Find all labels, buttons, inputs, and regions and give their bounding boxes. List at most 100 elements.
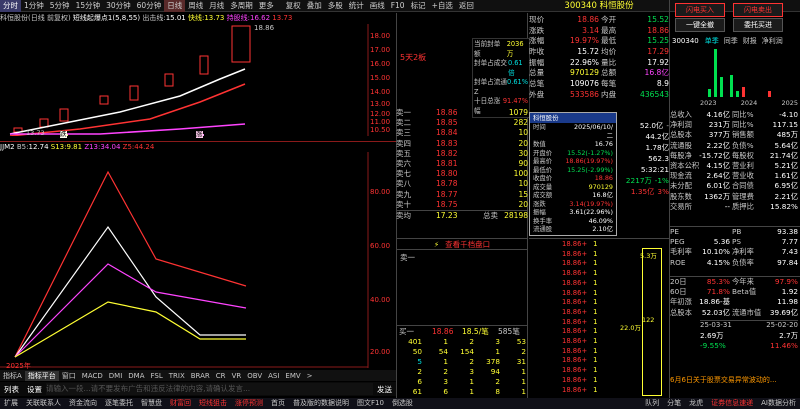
tool-restore[interactable]: 复权 [283, 0, 304, 12]
ask-row: 卖四 18.83 20 [396, 139, 528, 149]
tool-draw[interactable]: 画线 [367, 0, 388, 12]
val-label: 毛利率 [670, 247, 692, 257]
price-tick: 15.00 [370, 74, 391, 82]
status-expand[interactable]: 扩展 [0, 398, 22, 409]
tick-price: 18.86+ [562, 375, 588, 384]
tab-quarterly[interactable]: 单季 [699, 36, 719, 46]
tick-volume: 1 [593, 356, 598, 365]
status-tick-entrust[interactable]: 逐笔委托 [101, 398, 137, 409]
tooltip-value: 970129 [588, 182, 613, 191]
tooltip-value: 2025/06/10/二 [574, 123, 613, 140]
flash-sell-button[interactable]: 闪电卖出 [733, 3, 783, 17]
depth-link[interactable]: ⚡ 查看千档盘口 [396, 238, 528, 250]
fin-bar-chart [708, 49, 771, 97]
settings-button[interactable]: 设置 [23, 384, 46, 395]
tab-fenshi[interactable]: 分时 [0, 0, 21, 12]
tab-trix[interactable]: TRIX [166, 372, 188, 380]
cancel-all-button[interactable]: 一键全撤 [675, 18, 725, 32]
tab-daily[interactable]: 日线 [164, 0, 186, 12]
ask-price: 18.81 [436, 158, 458, 168]
tab-netprofit[interactable]: 净利润 [757, 36, 783, 46]
tab-60min[interactable]: 60分钟 [134, 0, 165, 12]
status-news-express[interactable]: 证券信息速递 [707, 398, 757, 409]
fin-label: 销售额 [732, 130, 754, 140]
val-row: PEG 5.36 PS 7.77 [670, 237, 800, 247]
status-queue[interactable]: 队列 [641, 398, 663, 409]
tab-report[interactable]: 财报 [738, 36, 757, 46]
status-picker[interactable]: 倒选股 [388, 398, 417, 409]
queue-cell: 2 [417, 367, 422, 376]
fin-years: 2023 2024 2025 [700, 99, 798, 107]
quote-value: 22.96% [570, 57, 599, 67]
tick-volume: 1 [593, 307, 598, 316]
tab-dmi[interactable]: DMI [106, 372, 126, 380]
tab-monthly[interactable]: 月线 [206, 0, 227, 12]
status-limitup[interactable]: 涨停预测 [231, 398, 267, 409]
tool-multistock[interactable]: 多股 [325, 0, 346, 12]
quote-label: 均价 [601, 47, 617, 57]
tab-obv[interactable]: OBV [244, 372, 265, 380]
quote-side-row: 1.35亿 3% [617, 186, 669, 197]
tick-list: 18.86+ 1 18.86+ 1 18.86+ 1 18.86+ 1 18.86+ 1 … [562, 240, 622, 395]
tick-price: 18.86+ [562, 288, 588, 297]
list-button[interactable]: 列表 [0, 384, 23, 395]
status-sniper[interactable]: 短线狙击 [195, 398, 231, 409]
queue-cell: 1 [521, 367, 526, 376]
tab-fsl[interactable]: FSL [148, 372, 166, 380]
status-smart[interactable]: 智慧盘 [137, 398, 166, 409]
status-dragon[interactable]: 龙虎 [685, 398, 707, 409]
tab-next[interactable]: > [304, 372, 316, 380]
status-ai[interactable]: AI数据分析 [757, 398, 800, 409]
status-wealth[interactable]: 财富回 [166, 398, 195, 409]
tool-mark[interactable]: 标记 [408, 0, 429, 12]
tool-stats[interactable]: 统计 [346, 0, 367, 12]
status-f10[interactable]: 图文F10 [353, 398, 388, 409]
tab-15min[interactable]: 15分钟 [73, 0, 104, 12]
val-value: 7.43 [781, 247, 798, 257]
status-home[interactable]: 首页 [267, 398, 289, 409]
tab-multiperiod[interactable]: 多周期 [227, 0, 256, 12]
quote-label: 现价 [529, 15, 545, 24]
tab-emv[interactable]: EMV [282, 372, 303, 380]
chat-input[interactable]: 请输入一段...请不要发布广告和违反法律的内容,请确认发言... [46, 383, 373, 395]
entrust-buy-button[interactable]: 委托买进 [733, 18, 783, 32]
perf-label: 年初涨 [670, 297, 692, 307]
quote-side-value: 1.35亿 [630, 187, 655, 196]
tab-30min[interactable]: 30分钟 [103, 0, 134, 12]
tab-macd[interactable]: MACD [79, 372, 106, 380]
tool-add-watch[interactable]: +自选 [429, 0, 456, 12]
flash-buy-button[interactable]: 闪电买入 [675, 3, 725, 17]
tab-weekly[interactable]: 周线 [185, 0, 206, 12]
status-ticks[interactable]: 分笔 [663, 398, 685, 409]
send-button[interactable]: 发送 [373, 384, 396, 395]
status-data-note[interactable]: 普及版的数据说明 [289, 398, 353, 409]
tab-1min[interactable]: 1分钟 [21, 0, 47, 12]
holder-value: -9.55% [700, 341, 726, 351]
seal-info-box: 当前封单额 2036万 封单占成交 0.61倍 封单占流通Z 0.61% 十日总涨幅 9… [472, 38, 530, 118]
tab-5min[interactable]: 5分钟 [47, 0, 73, 12]
kline-chart[interactable] [0, 24, 396, 136]
status-contacts[interactable]: 关联联系人 [22, 398, 65, 409]
tab-asi[interactable]: ASI [265, 372, 282, 380]
tab-brar[interactable]: BRAR [188, 372, 213, 380]
tick-row: 18.86+ 1 [562, 337, 622, 347]
tick-volume: 1 [593, 337, 598, 346]
tool-overlay[interactable]: 叠加 [304, 0, 325, 12]
status-fundflow[interactable]: 资金流向 [65, 398, 101, 409]
tick-price: 18.86+ [562, 298, 588, 307]
kline-tooltip: 科恒股份 时间 2025/06/10/二 数值 16.76 开盘价 15.52(-1.… [529, 112, 617, 236]
tool-back[interactable]: 返回 [456, 0, 477, 12]
tab-dma[interactable]: DMA [125, 372, 147, 380]
tab-yoy[interactable]: 同季 [719, 36, 738, 46]
tab-cr[interactable]: CR [213, 372, 229, 380]
sub-indicator-chart[interactable] [0, 152, 396, 368]
tab-window[interactable]: 窗口 [59, 371, 79, 381]
tab-indicator-platform[interactable]: 指标平台 [24, 370, 59, 381]
tick-price: 18.86+ [562, 346, 588, 355]
tool-f10[interactable]: F10 [388, 0, 408, 12]
news-link[interactable]: 6月6日关于股票交易异常波动的... [670, 374, 800, 386]
tab-vr[interactable]: VR [229, 372, 245, 380]
b5-value: 12.74 [28, 143, 49, 151]
tab-more[interactable]: 更多 [256, 0, 277, 12]
tab-indicator-a[interactable]: 指标A [0, 371, 25, 381]
